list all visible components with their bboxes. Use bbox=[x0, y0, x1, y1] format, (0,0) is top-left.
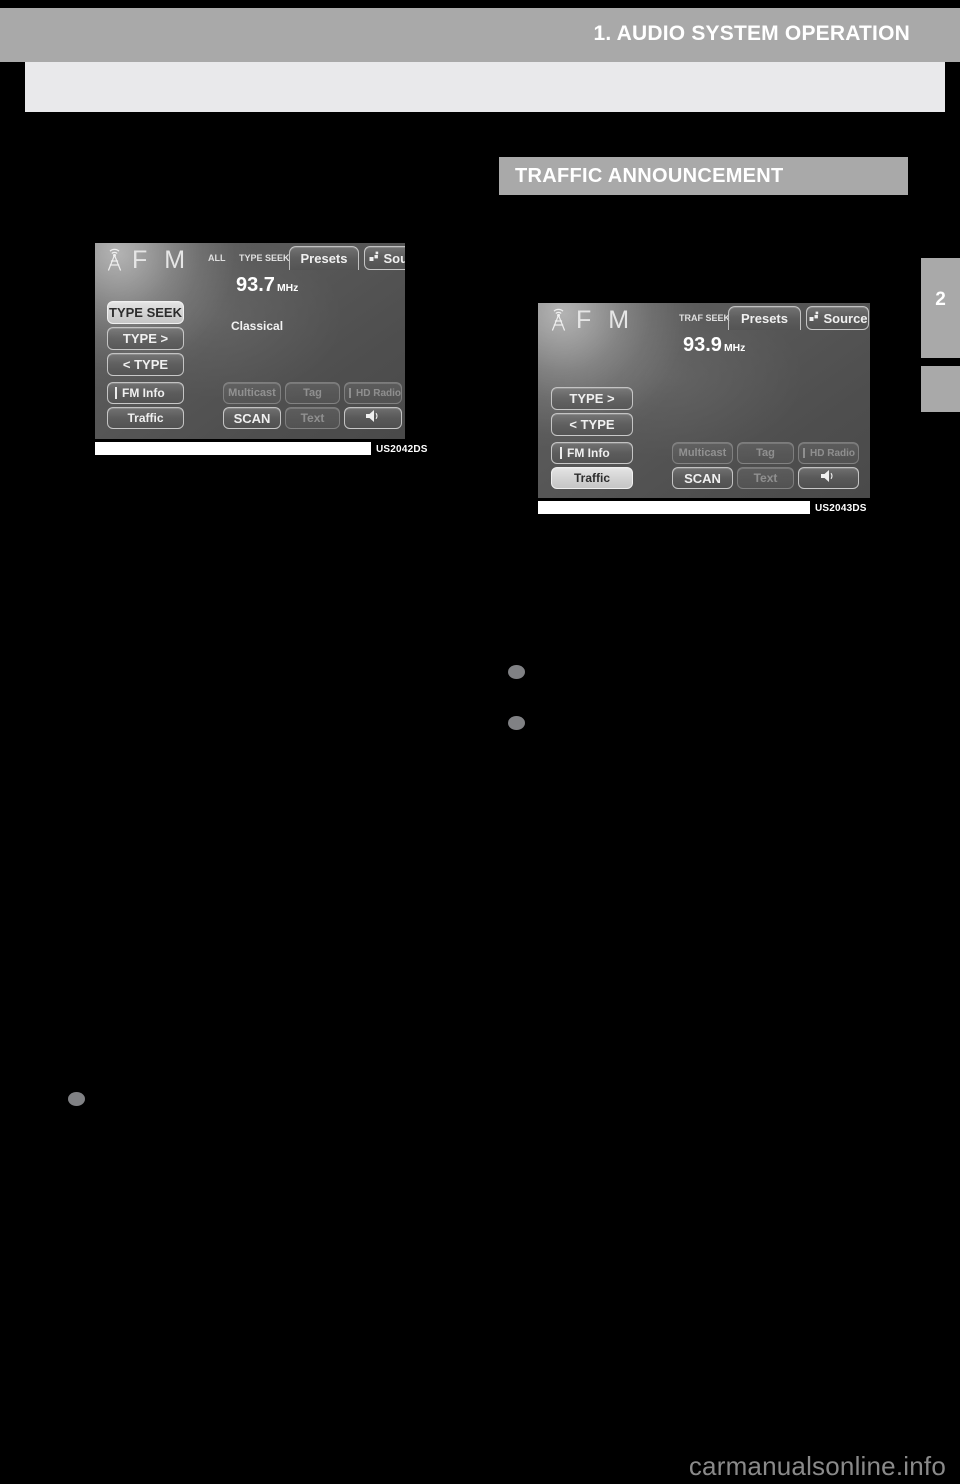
tag-button-label: Tag bbox=[756, 447, 775, 459]
section-heading-band: TRAFFIC ANNOUNCEMENT bbox=[499, 157, 908, 195]
text-button-label: Text bbox=[300, 411, 325, 425]
frequency-display: 93.9 MHz bbox=[683, 334, 745, 357]
seek-mode-label: TRAF SEEK bbox=[679, 313, 731, 323]
frequency-value: 93.7 bbox=[236, 274, 275, 296]
header-subband bbox=[25, 62, 945, 112]
fm-info-button[interactable]: FM Info bbox=[107, 382, 184, 404]
frequency-unit: MHz bbox=[276, 283, 299, 294]
scan-button[interactable]: SCAN bbox=[223, 407, 281, 429]
hd-radio-button-label: HD Radio bbox=[356, 387, 401, 399]
radio-tower-icon bbox=[548, 308, 569, 332]
figure-fm-traffic-seek: F M TRAF SEEK Presets Source 93.9 MHz TYP… bbox=[538, 303, 874, 517]
presets-tab[interactable]: Presets bbox=[289, 246, 359, 270]
scan-button-label: SCAN bbox=[233, 410, 271, 426]
hd-radio-indicator-icon bbox=[349, 388, 351, 398]
type-next-button-label: TYPE > bbox=[569, 391, 615, 406]
figure-code: US2043DS bbox=[815, 503, 867, 514]
bullet-left-1 bbox=[68, 1092, 85, 1106]
hd-radio-button[interactable]: HD Radio bbox=[344, 382, 402, 404]
text-button[interactable]: Text bbox=[285, 407, 340, 429]
figure-fm-type-seek: F M ALL TYPE SEEK Presets Source 93.7MHz bbox=[95, 243, 435, 460]
head-unit-screen: F M ALL TYPE SEEK Presets Source 93.7MHz bbox=[95, 243, 405, 439]
traffic-button-label: Traffic bbox=[127, 411, 164, 425]
volume-button[interactable] bbox=[344, 407, 402, 429]
source-button[interactable]: Source bbox=[364, 246, 405, 270]
page-title: 1. AUDIO SYSTEM OPERATION bbox=[593, 22, 910, 45]
source-grid-icon bbox=[809, 311, 821, 326]
source-button-label: Source bbox=[383, 250, 405, 266]
multicast-button-label: Multicast bbox=[228, 387, 276, 399]
source-button[interactable]: Source bbox=[806, 306, 869, 330]
head-unit-screen: F M TRAF SEEK Presets Source 93.9 MHz TYP… bbox=[538, 303, 870, 498]
source-grid-icon bbox=[369, 251, 381, 266]
traffic-button[interactable]: Traffic bbox=[107, 407, 184, 429]
type-prev-button-label: < TYPE bbox=[569, 417, 615, 432]
frequency-display: 93.7 MHz bbox=[236, 274, 298, 297]
type-prev-button[interactable]: < TYPE bbox=[551, 413, 633, 436]
figure-white-strip bbox=[538, 501, 810, 514]
scan-button-label: SCAN bbox=[684, 470, 721, 486]
band-logo: F M bbox=[132, 246, 191, 274]
chapter-number: 2 bbox=[935, 289, 946, 310]
speaker-icon bbox=[820, 469, 837, 488]
presets-tab[interactable]: Presets bbox=[728, 306, 801, 330]
chapter-tab: 2 bbox=[921, 258, 960, 358]
figure-white-strip bbox=[95, 442, 371, 455]
text-button-label: Text bbox=[753, 471, 778, 485]
status-mode-label: ALL bbox=[208, 253, 226, 263]
fm-info-button-label: FM Info bbox=[567, 446, 610, 460]
bullet-right-1 bbox=[508, 665, 525, 679]
fm-info-indicator-icon bbox=[115, 387, 117, 399]
type-seek-button-label: TYPE SEEK bbox=[109, 305, 182, 320]
multicast-button[interactable]: Multicast bbox=[223, 382, 281, 404]
band-logo: F M bbox=[576, 306, 635, 334]
text-button[interactable]: Text bbox=[737, 467, 794, 489]
radio-tower-icon bbox=[104, 248, 125, 272]
chapter-tab-secondary bbox=[921, 366, 960, 412]
section-heading-text: TRAFFIC ANNOUNCEMENT bbox=[515, 165, 784, 187]
presets-tab-label: Presets bbox=[741, 311, 788, 326]
source-button-label: Source bbox=[823, 310, 868, 326]
traffic-button[interactable]: Traffic bbox=[551, 467, 633, 489]
frequency-unit: MHz bbox=[723, 343, 746, 354]
type-next-button-label: TYPE > bbox=[122, 331, 169, 346]
hd-radio-button-label: HD Radio bbox=[810, 447, 855, 459]
multicast-button[interactable]: Multicast bbox=[672, 442, 733, 464]
fm-info-button[interactable]: FM Info bbox=[551, 442, 633, 464]
type-seek-button[interactable]: TYPE SEEK bbox=[107, 301, 184, 324]
hd-radio-button[interactable]: HD Radio bbox=[798, 442, 859, 464]
traffic-button-label: Traffic bbox=[573, 471, 610, 485]
seek-mode-label: TYPE SEEK bbox=[239, 253, 290, 263]
fm-info-button-label: FM Info bbox=[122, 386, 165, 400]
tag-button[interactable]: Tag bbox=[285, 382, 340, 404]
tag-button[interactable]: Tag bbox=[737, 442, 794, 464]
type-prev-button-label: < TYPE bbox=[122, 357, 169, 372]
multicast-button-label: Multicast bbox=[678, 447, 727, 459]
figure-code: US2042DS bbox=[376, 444, 428, 455]
tag-button-label: Tag bbox=[303, 387, 322, 399]
volume-button[interactable] bbox=[798, 467, 859, 489]
speaker-icon bbox=[365, 409, 382, 428]
fm-info-indicator-icon bbox=[560, 447, 562, 459]
scan-button[interactable]: SCAN bbox=[672, 467, 733, 489]
type-prev-button[interactable]: < TYPE bbox=[107, 353, 184, 376]
bullet-right-2 bbox=[508, 716, 525, 730]
frequency-value: 93.9 bbox=[683, 334, 722, 356]
type-next-button[interactable]: TYPE > bbox=[107, 327, 184, 350]
presets-tab-label: Presets bbox=[300, 251, 348, 266]
genre-text: Classical bbox=[231, 319, 284, 333]
type-next-button[interactable]: TYPE > bbox=[551, 387, 633, 410]
site-watermark: carmanualsonline.info bbox=[688, 1451, 946, 1481]
hd-radio-indicator-icon bbox=[803, 448, 805, 458]
